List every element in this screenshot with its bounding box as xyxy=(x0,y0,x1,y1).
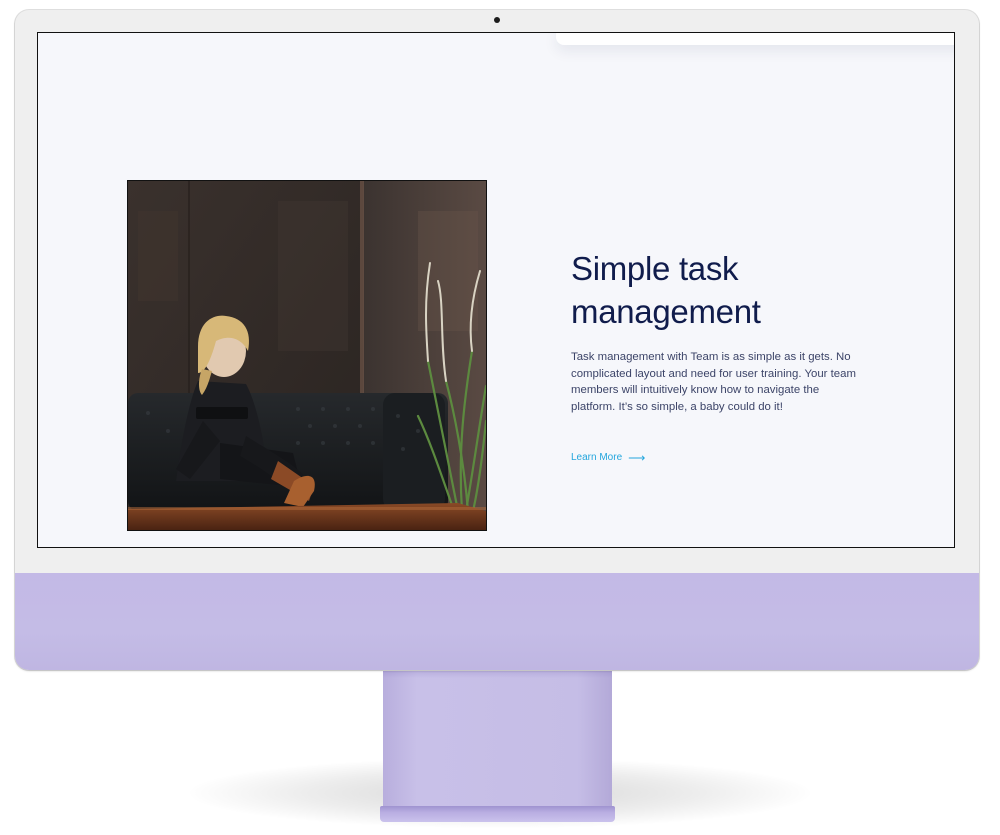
monitor-stand xyxy=(383,668,612,810)
feature-headline: Simple task management xyxy=(571,247,871,333)
monitor-chin xyxy=(15,573,979,670)
learn-more-label: Learn More xyxy=(571,452,623,463)
learn-more-link[interactable]: Learn More ⟶ xyxy=(571,450,646,465)
headline-line-1: Simple task xyxy=(571,250,739,287)
feature-content: Simple task management Task management w… xyxy=(571,247,871,464)
headline-line-2: management xyxy=(571,293,761,330)
hero-photo xyxy=(127,180,487,531)
feature-description: Task management with Team is as simple a… xyxy=(571,351,856,413)
arrow-right-icon: ⟶ xyxy=(628,450,646,465)
screen: Simple task management Task management w… xyxy=(37,32,955,548)
monitor-stand-foot xyxy=(380,806,615,822)
hero-photo-scene xyxy=(128,181,486,530)
camera-icon xyxy=(494,17,500,23)
page-stage: Simple task management Task management w… xyxy=(0,0,1000,835)
header-card xyxy=(556,33,954,45)
